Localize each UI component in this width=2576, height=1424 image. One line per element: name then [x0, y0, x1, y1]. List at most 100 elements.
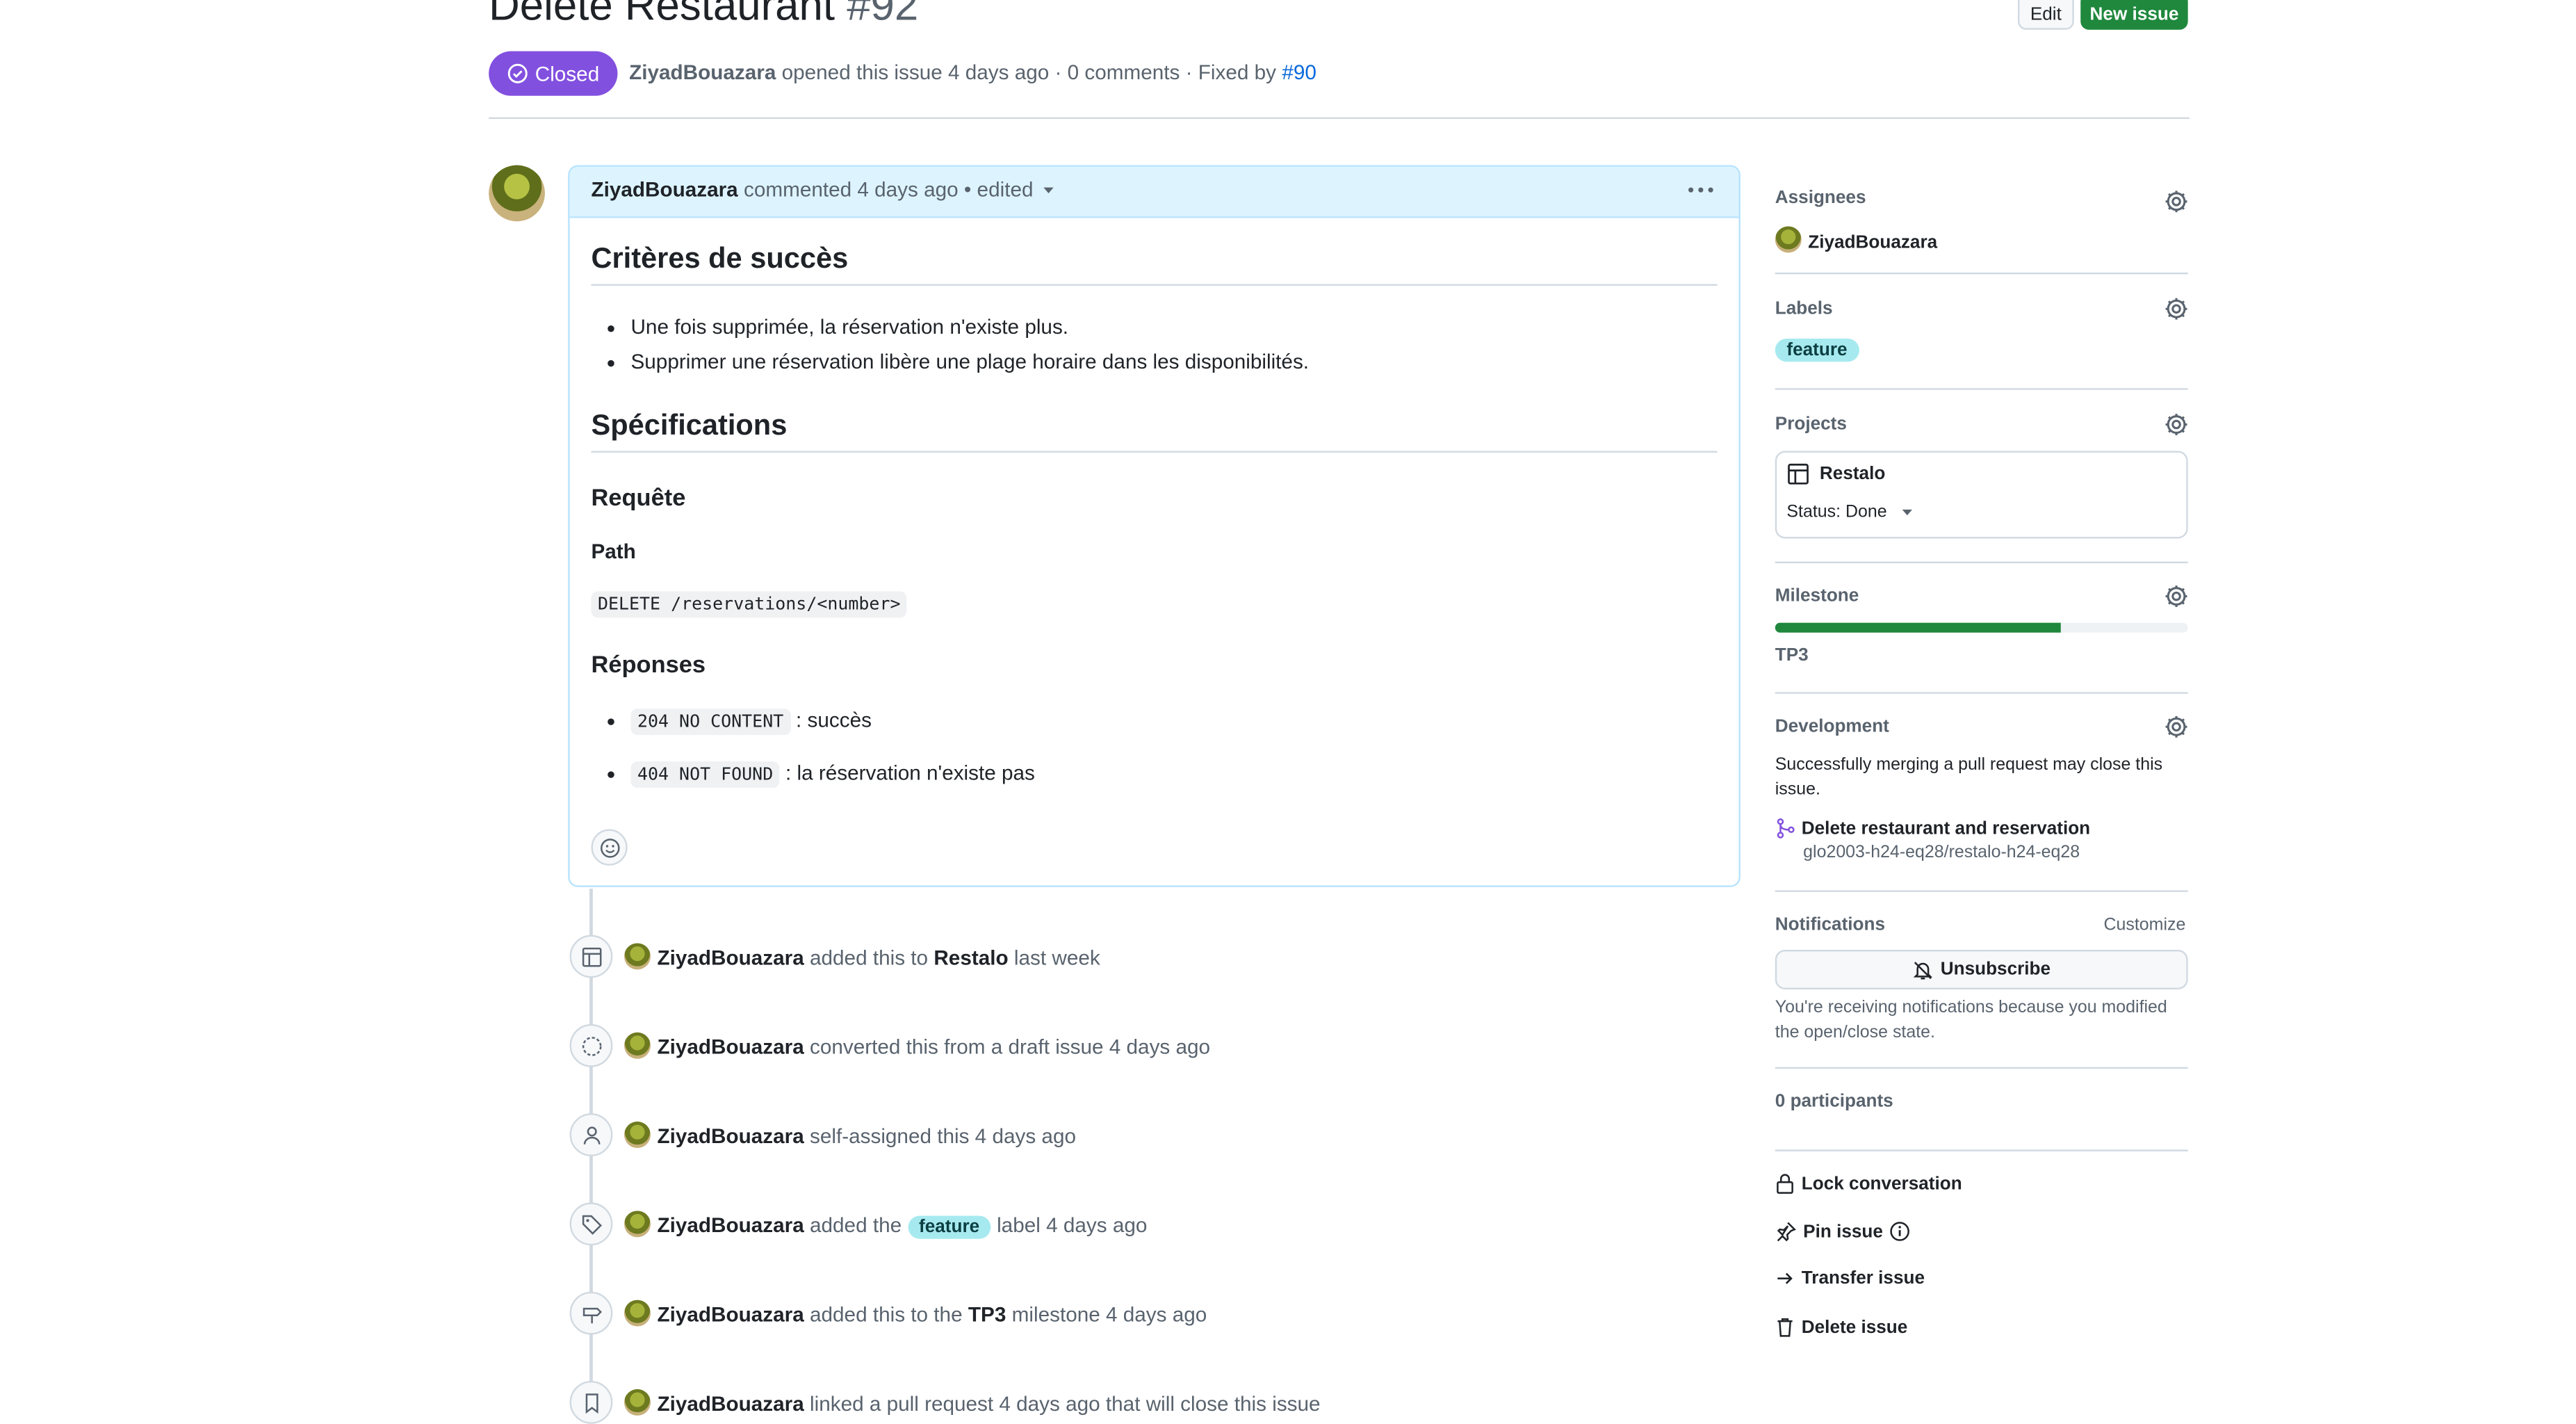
lock-icon [1777, 1174, 1793, 1194]
issue-number: #92 [847, 0, 919, 30]
specs-heading-divider [591, 451, 1718, 453]
info-icon[interactable] [1889, 1221, 1911, 1243]
event-text: linked a pull request 4 days ago that wi… [810, 1392, 1321, 1416]
avatar[interactable] [623, 1389, 651, 1416]
transfer-label: Transfer issue [1801, 1268, 1925, 1288]
header-divider [489, 117, 2190, 120]
tag-icon [581, 1214, 601, 1234]
participants-count: 0 participants [1775, 1092, 1893, 1112]
timeline-icon [569, 1113, 613, 1156]
bell-slash-icon [1914, 961, 1933, 979]
sidebar-divider [1775, 1067, 2188, 1069]
customize-link[interactable]: Customize [2104, 915, 2186, 935]
edit-button[interactable]: Edit [2017, 0, 2074, 30]
pin-icon [1777, 1222, 1796, 1242]
caret-down-icon[interactable] [1043, 184, 1056, 197]
avatar[interactable] [623, 1300, 651, 1327]
gear-icon[interactable] [2163, 713, 2190, 740]
assignee-item[interactable]: ZiyadBouazara [1775, 226, 1938, 253]
comment-options-button[interactable] [1684, 175, 1718, 205]
event-actor[interactable]: ZiyadBouazara [657, 946, 804, 969]
comment-author-avatar[interactable] [489, 165, 545, 222]
criteria-list: Une fois supprimée, la réservation n'exi… [591, 311, 1309, 378]
list-item: Supprimer une réservation libère une pla… [630, 346, 1309, 379]
project-name: Restalo [1819, 464, 1886, 485]
event-link[interactable]: Restalo [934, 946, 1008, 969]
event-actor[interactable]: ZiyadBouazara [657, 1036, 804, 1059]
path-code: DELETE /reservations/<number> [591, 591, 907, 618]
assignee-name: ZiyadBouazara [1808, 232, 1938, 253]
table-icon [1788, 463, 1809, 485]
new-issue-button[interactable]: New issue [2080, 0, 2188, 30]
lock-conversation-link[interactable]: Lock conversation [1775, 1173, 1962, 1195]
comment-meta[interactable]: commented 4 days ago • edited [744, 179, 1034, 202]
labels-heading: Labels [1775, 298, 1833, 319]
trash-icon [1777, 1318, 1793, 1337]
pr-repo[interactable]: glo2003-h24-eq28/restalo-h24-eq28 [1803, 843, 2080, 863]
specs-heading: Spécifications [591, 407, 788, 442]
bookmark-icon [585, 1393, 598, 1413]
development-heading: Development [1775, 717, 1889, 737]
avatar[interactable] [623, 1211, 651, 1238]
milestone-name[interactable]: TP3 [1775, 646, 1809, 666]
event-text: self-assigned this 4 days ago [810, 1124, 1077, 1149]
sidebar-divider [1775, 388, 2188, 390]
git-merge-icon [1777, 818, 1795, 839]
issue-meta: ZiyadBouazara opened this issue 4 days a… [629, 61, 1316, 84]
sidebar-divider [1775, 890, 2188, 892]
delete-issue-link[interactable]: Delete issue [1775, 1316, 1908, 1338]
pin-issue-link[interactable]: Pin issue [1775, 1221, 1911, 1243]
label-feature[interactable]: feature [907, 1215, 991, 1239]
response-code: 404 NOT FOUND [630, 761, 780, 788]
event-link[interactable]: TP3 [968, 1303, 1006, 1326]
milestone-progress-bar [1775, 622, 2188, 633]
gear-icon[interactable] [2163, 583, 2190, 610]
label-feature[interactable]: feature [1775, 338, 1859, 362]
event-actor[interactable]: ZiyadBouazara [657, 1303, 804, 1326]
sidebar-divider [1775, 692, 2188, 694]
delete-label: Delete issue [1801, 1317, 1908, 1338]
development-text: Successfully merging a pull request may … [1775, 754, 2163, 800]
list-item: 204 NO CONTENT : succès [630, 705, 1034, 736]
gear-icon[interactable] [2163, 188, 2190, 215]
event-actor[interactable]: ZiyadBouazara [657, 1393, 804, 1416]
closed-state-badge: Closed [489, 51, 618, 96]
project-link[interactable]: Restalo [1786, 462, 1885, 485]
assignees-heading: Assignees [1775, 188, 1866, 209]
smiley-icon [599, 837, 619, 857]
list-item: 404 NOT FOUND : la réservation n'existe … [630, 758, 1035, 789]
unsubscribe-button[interactable]: Unsubscribe [1775, 949, 2188, 989]
transfer-issue-link[interactable]: Transfer issue [1775, 1268, 1925, 1288]
notifications-heading: Notifications [1775, 915, 1886, 935]
avatar[interactable] [623, 1032, 651, 1059]
avatar[interactable] [623, 943, 651, 970]
responses-heading: Réponses [591, 652, 706, 679]
event-actor[interactable]: ZiyadBouazara [657, 1214, 804, 1237]
timeline-event: ZiyadBouazara linked a pull request 4 da… [623, 1389, 1321, 1416]
issue-author-link[interactable]: ZiyadBouazara [629, 61, 776, 84]
add-reaction-button[interactable] [591, 829, 628, 866]
gear-icon[interactable] [2163, 412, 2190, 438]
timeline-event: ZiyadBouazara self-assigned this 4 days … [623, 1122, 1077, 1149]
sidebar-divider [1775, 1149, 2188, 1151]
fixed-by-link[interactable]: #90 [1282, 61, 1316, 84]
event-time: last week [1013, 946, 1100, 970]
comment-author-link[interactable]: ZiyadBouazara [591, 179, 737, 202]
caret-down-icon [1901, 509, 1912, 516]
timeline-event: ZiyadBouazara added this to the TP3 mile… [623, 1300, 1207, 1327]
gear-icon[interactable] [2163, 296, 2190, 322]
comment-header-text: ZiyadBouazara commented 4 days ago • edi… [591, 179, 1055, 202]
linked-pr[interactable]: Delete restaurant and reservation [1775, 818, 2090, 839]
milestone-icon [582, 1306, 601, 1323]
avatar[interactable] [623, 1122, 651, 1149]
response-text: : la réservation n'existe pas [785, 761, 1035, 785]
issue-title: Delete Restaurant #92 [489, 0, 918, 31]
project-status-dropdown[interactable]: Status: Done [1786, 502, 1913, 522]
pr-title: Delete restaurant and reservation [1801, 818, 2091, 839]
event-actor[interactable]: ZiyadBouazara [657, 1125, 804, 1148]
criteria-heading-divider [591, 284, 1718, 286]
draft-circle-icon [581, 1035, 601, 1055]
response-text: : succès [796, 709, 872, 732]
timeline-icon [569, 1381, 613, 1424]
check-circle-icon [507, 63, 528, 83]
